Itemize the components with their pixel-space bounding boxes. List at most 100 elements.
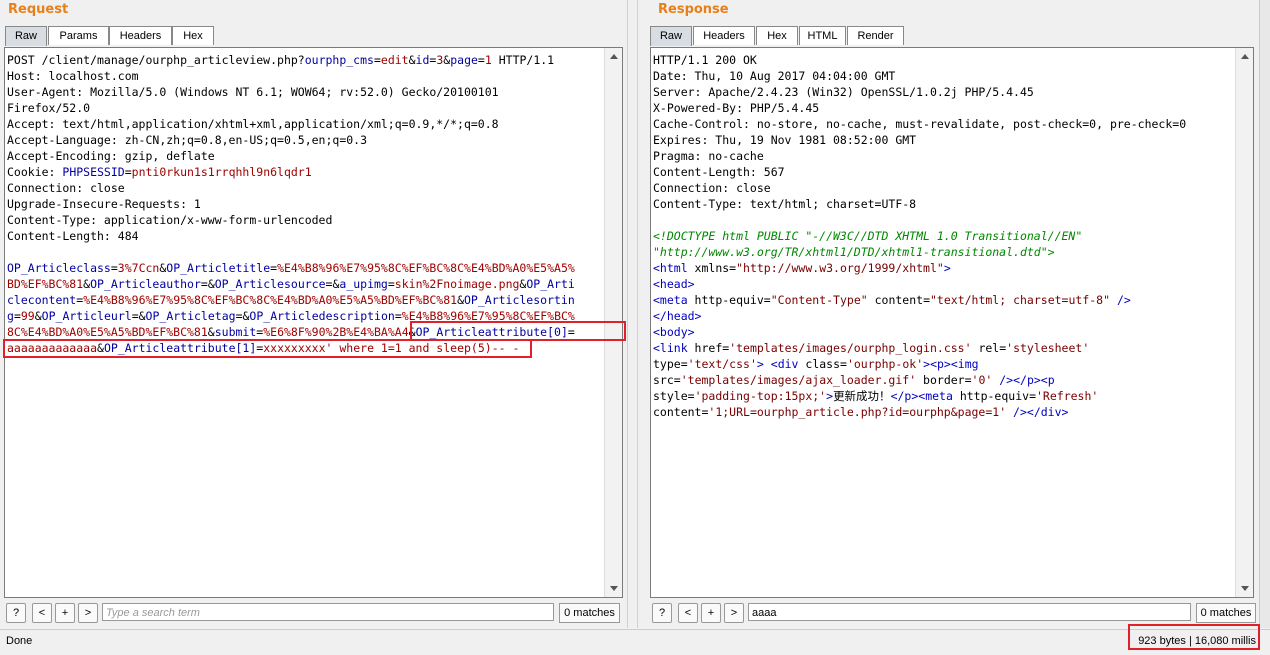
code-token: = xyxy=(763,293,771,307)
code-token: "Content-Type" xyxy=(770,293,868,307)
code-token: 'templates/images/ajax_loader.gif' xyxy=(680,373,917,387)
response-line: <!DOCTYPE html PUBLIC "-//W3C//DTD XHTML… xyxy=(653,228,1233,244)
code-token: <!DOCTYPE html PUBLIC "-//W3C//DTD XHTML… xyxy=(653,229,1083,243)
code-token: OP_Articlesortin xyxy=(464,293,575,307)
code-token: & xyxy=(207,325,215,339)
add-button[interactable]: + xyxy=(55,603,75,623)
request-line: clecontent=%E4%B8%96%E7%95%8C%EF%BC%8C%E… xyxy=(7,292,602,308)
code-token: Connection: close xyxy=(7,181,125,195)
code-token: '1;URL=ourphp_article.php?id=ourphp&page… xyxy=(708,405,1007,419)
code-token: > xyxy=(756,357,764,371)
code-token: 更新成功！ xyxy=(833,389,891,403)
code-token: Cache-Control: no-store, no-cache, must-… xyxy=(653,117,1187,131)
code-token: 'templates/images/ourphp_login.css' xyxy=(729,341,972,355)
response-search-input[interactable]: aaaa xyxy=(748,603,1191,621)
window-edge-scrollbar[interactable] xyxy=(1259,0,1270,628)
code-token: Date: Thu, 10 Aug 2017 04:04:00 GMT xyxy=(653,69,896,83)
code-token: OP_Articletag xyxy=(145,309,236,323)
code-token: <p xyxy=(1040,373,1055,387)
code-token: page xyxy=(450,53,478,67)
request-tab-raw[interactable]: Raw xyxy=(5,26,47,46)
response-tab-html[interactable]: HTML xyxy=(799,26,846,45)
code-token: 'padding-top:15px;' xyxy=(694,389,827,403)
code-token: http-equiv xyxy=(694,293,764,307)
code-token: = xyxy=(964,373,972,387)
add-button[interactable]: + xyxy=(701,603,721,623)
code-token: Connection: close xyxy=(653,181,771,195)
code-token: Content-Type: text/html; charset=UTF-8 xyxy=(653,197,917,211)
code-token: <meta xyxy=(918,389,960,403)
code-token: OP_Articlesource xyxy=(214,277,326,291)
request-line: Accept-Language: zh-CN,zh;q=0.8,en-US;q=… xyxy=(7,132,602,148)
response-tab-hex[interactable]: Hex xyxy=(756,26,798,45)
code-token: href xyxy=(694,341,723,355)
code-token: border xyxy=(916,373,965,387)
response-search-bar: ? < + > aaaa 0 matches xyxy=(650,602,1256,624)
scroll-down-arrow-icon[interactable] xyxy=(1236,580,1253,597)
request-search-input[interactable]: Type a search term xyxy=(102,603,554,621)
code-token: OP_Arti xyxy=(526,277,575,291)
code-token: & xyxy=(34,309,42,323)
scroll-up-arrow-icon[interactable] xyxy=(1236,48,1253,65)
code-token: http-equiv xyxy=(959,389,1030,403)
code-token: Upgrade-Insecure-Requests: 1 xyxy=(7,197,201,211)
code-token: "http://www.w3.org/TR/xhtml1/DTD/xhtml1-… xyxy=(653,245,1055,259)
code-token: <link xyxy=(653,341,695,355)
code-token: clecontent xyxy=(7,293,77,307)
response-scrollbar[interactable] xyxy=(1235,48,1253,597)
response-tab-headers[interactable]: Headers xyxy=(693,26,755,45)
highlight-box-response-stats xyxy=(1128,624,1260,650)
code-token: <img xyxy=(950,357,979,371)
response-tab-raw[interactable]: Raw xyxy=(650,26,692,46)
scroll-up-arrow-icon[interactable] xyxy=(605,48,622,65)
code-token: 8C%E4%BD%A0%E5%A5%BD%EF%BC%81 xyxy=(7,325,208,339)
response-editor[interactable]: HTTP/1.1 200 OK Date: Thu, 10 Aug 2017 04… xyxy=(650,47,1254,598)
code-token: id xyxy=(415,53,430,67)
code-token: content xyxy=(867,293,924,307)
status-text: Done xyxy=(6,635,33,647)
request-tab-headers[interactable]: Headers xyxy=(109,26,172,45)
response-line: X-Powered-By: PHP/5.4.45 xyxy=(653,100,1233,116)
request-line: POST /client/manage/ourphp_articleview.p… xyxy=(7,52,602,68)
code-token: <body> xyxy=(653,325,695,339)
search-placeholder: Type a search term xyxy=(106,607,200,619)
response-tab-render[interactable]: Render xyxy=(847,26,904,45)
request-body-text: POST /client/manage/ourphp_articleview.p… xyxy=(7,52,602,356)
help-button[interactable]: ? xyxy=(652,603,672,623)
code-token: "text/html; charset=utf-8" xyxy=(930,293,1111,307)
code-token: BD%EF%BC%81 xyxy=(7,277,84,291)
previous-match-button[interactable]: < xyxy=(32,603,52,623)
scroll-down-arrow-icon[interactable] xyxy=(605,580,622,597)
response-line: <head> xyxy=(653,276,1233,292)
code-token: POST /client/manage/ourphp_articleview.p… xyxy=(7,53,305,67)
code-token: src xyxy=(653,373,674,387)
request-tab-params[interactable]: Params xyxy=(48,26,109,45)
code-token: & xyxy=(457,293,464,307)
code-token: 'Refresh' xyxy=(1036,389,1099,403)
code-token: PHPSESSID xyxy=(62,165,125,179)
code-token: style xyxy=(653,389,688,403)
code-token: OP_Articleauthor xyxy=(90,277,201,291)
request-line: User-Agent: Mozilla/5.0 (Windows NT 6.1;… xyxy=(7,84,602,100)
code-token: '0' xyxy=(971,373,993,387)
code-token: Content-Type: application/x-www-form-url… xyxy=(7,213,333,227)
pane-divider[interactable] xyxy=(627,0,638,628)
code-token: <head> xyxy=(653,277,695,291)
request-tab-hex[interactable]: Hex xyxy=(172,26,214,45)
previous-match-button[interactable]: < xyxy=(678,603,698,623)
highlight-box-payload-2 xyxy=(3,339,532,358)
highlight-box-payload-1 xyxy=(410,321,626,341)
next-match-button[interactable]: > xyxy=(78,603,98,623)
response-match-count: 0 matches xyxy=(1196,603,1256,623)
response-line: src = 'templates/images/ajax_loader.gif' b… xyxy=(653,372,1233,388)
code-token: type xyxy=(653,357,681,371)
code-token: =& xyxy=(131,309,146,323)
code-token: = xyxy=(923,293,930,307)
help-button[interactable]: ? xyxy=(6,603,26,623)
code-token: = xyxy=(373,53,381,67)
code-token: /> xyxy=(1110,293,1131,307)
response-line: <meta http-equiv="Content-Type" content=… xyxy=(653,292,1233,308)
response-line: content='1;URL=ourphp_article.php?id=our… xyxy=(653,404,1233,420)
code-token: = xyxy=(13,309,21,323)
next-match-button[interactable]: > xyxy=(724,603,744,623)
